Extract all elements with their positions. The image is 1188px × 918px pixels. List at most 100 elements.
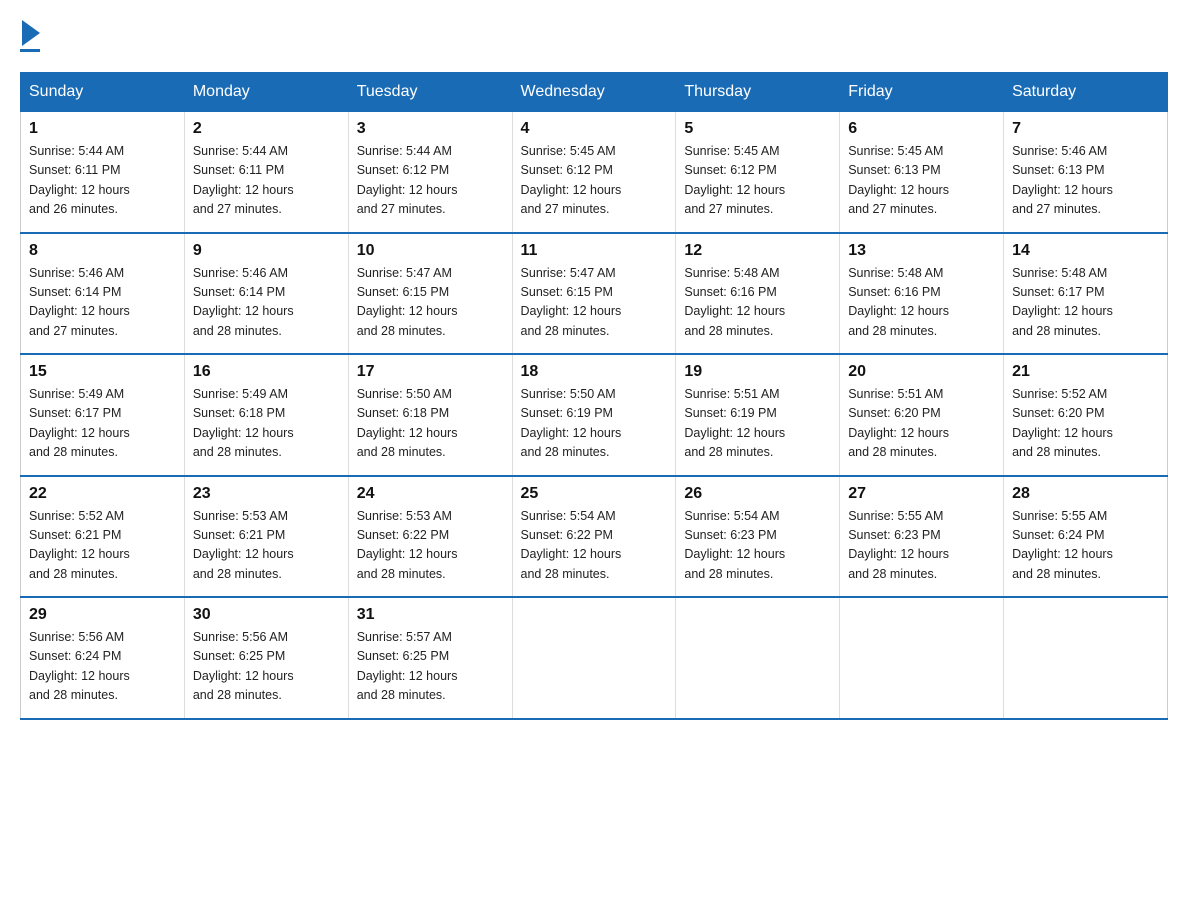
calendar-cell: 26 Sunrise: 5:54 AMSunset: 6:23 PMDaylig… <box>676 476 840 598</box>
day-number: 7 <box>1012 120 1159 138</box>
day-info: Sunrise: 5:51 AMSunset: 6:20 PMDaylight:… <box>848 387 949 459</box>
calendar-cell: 28 Sunrise: 5:55 AMSunset: 6:24 PMDaylig… <box>1004 476 1168 598</box>
day-info: Sunrise: 5:56 AMSunset: 6:24 PMDaylight:… <box>29 630 130 702</box>
day-number: 23 <box>193 485 340 503</box>
day-number: 30 <box>193 606 340 624</box>
day-number: 19 <box>684 363 831 381</box>
day-info: Sunrise: 5:45 AMSunset: 6:13 PMDaylight:… <box>848 144 949 216</box>
logo-arrow-icon <box>22 20 40 46</box>
day-info: Sunrise: 5:46 AMSunset: 6:14 PMDaylight:… <box>29 266 130 338</box>
day-number: 14 <box>1012 242 1159 260</box>
day-info: Sunrise: 5:44 AMSunset: 6:11 PMDaylight:… <box>193 144 294 216</box>
calendar-cell: 29 Sunrise: 5:56 AMSunset: 6:24 PMDaylig… <box>21 597 185 719</box>
calendar-week-row: 15 Sunrise: 5:49 AMSunset: 6:17 PMDaylig… <box>21 354 1168 476</box>
day-number: 17 <box>357 363 504 381</box>
day-info: Sunrise: 5:54 AMSunset: 6:23 PMDaylight:… <box>684 509 785 581</box>
calendar-cell <box>676 597 840 719</box>
page-header <box>20 20 1168 52</box>
day-info: Sunrise: 5:51 AMSunset: 6:19 PMDaylight:… <box>684 387 785 459</box>
column-header-monday: Monday <box>184 73 348 112</box>
calendar-cell: 12 Sunrise: 5:48 AMSunset: 6:16 PMDaylig… <box>676 233 840 355</box>
calendar-cell: 21 Sunrise: 5:52 AMSunset: 6:20 PMDaylig… <box>1004 354 1168 476</box>
day-number: 16 <box>193 363 340 381</box>
day-info: Sunrise: 5:46 AMSunset: 6:14 PMDaylight:… <box>193 266 294 338</box>
day-number: 25 <box>521 485 668 503</box>
calendar-cell <box>1004 597 1168 719</box>
day-number: 8 <box>29 242 176 260</box>
day-info: Sunrise: 5:56 AMSunset: 6:25 PMDaylight:… <box>193 630 294 702</box>
logo <box>20 20 40 52</box>
logo-underline <box>20 49 40 52</box>
day-info: Sunrise: 5:52 AMSunset: 6:20 PMDaylight:… <box>1012 387 1113 459</box>
day-info: Sunrise: 5:54 AMSunset: 6:22 PMDaylight:… <box>521 509 622 581</box>
day-info: Sunrise: 5:48 AMSunset: 6:17 PMDaylight:… <box>1012 266 1113 338</box>
calendar-cell <box>512 597 676 719</box>
day-info: Sunrise: 5:55 AMSunset: 6:23 PMDaylight:… <box>848 509 949 581</box>
calendar-cell: 8 Sunrise: 5:46 AMSunset: 6:14 PMDayligh… <box>21 233 185 355</box>
day-info: Sunrise: 5:44 AMSunset: 6:11 PMDaylight:… <box>29 144 130 216</box>
day-info: Sunrise: 5:53 AMSunset: 6:22 PMDaylight:… <box>357 509 458 581</box>
calendar-cell: 23 Sunrise: 5:53 AMSunset: 6:21 PMDaylig… <box>184 476 348 598</box>
calendar-cell: 24 Sunrise: 5:53 AMSunset: 6:22 PMDaylig… <box>348 476 512 598</box>
day-number: 21 <box>1012 363 1159 381</box>
day-info: Sunrise: 5:46 AMSunset: 6:13 PMDaylight:… <box>1012 144 1113 216</box>
day-number: 22 <box>29 485 176 503</box>
day-number: 27 <box>848 485 995 503</box>
day-number: 28 <box>1012 485 1159 503</box>
calendar-week-row: 1 Sunrise: 5:44 AMSunset: 6:11 PMDayligh… <box>21 112 1168 233</box>
day-number: 12 <box>684 242 831 260</box>
day-info: Sunrise: 5:49 AMSunset: 6:17 PMDaylight:… <box>29 387 130 459</box>
calendar-cell: 17 Sunrise: 5:50 AMSunset: 6:18 PMDaylig… <box>348 354 512 476</box>
day-number: 29 <box>29 606 176 624</box>
calendar-week-row: 22 Sunrise: 5:52 AMSunset: 6:21 PMDaylig… <box>21 476 1168 598</box>
day-info: Sunrise: 5:45 AMSunset: 6:12 PMDaylight:… <box>521 144 622 216</box>
day-number: 5 <box>684 120 831 138</box>
calendar-cell: 3 Sunrise: 5:44 AMSunset: 6:12 PMDayligh… <box>348 112 512 233</box>
day-number: 31 <box>357 606 504 624</box>
day-info: Sunrise: 5:44 AMSunset: 6:12 PMDaylight:… <box>357 144 458 216</box>
column-header-sunday: Sunday <box>21 73 185 112</box>
calendar-table: SundayMondayTuesdayWednesdayThursdayFrid… <box>20 72 1168 720</box>
day-number: 2 <box>193 120 340 138</box>
day-number: 18 <box>521 363 668 381</box>
calendar-cell: 15 Sunrise: 5:49 AMSunset: 6:17 PMDaylig… <box>21 354 185 476</box>
calendar-header-row: SundayMondayTuesdayWednesdayThursdayFrid… <box>21 73 1168 112</box>
calendar-cell: 16 Sunrise: 5:49 AMSunset: 6:18 PMDaylig… <box>184 354 348 476</box>
day-info: Sunrise: 5:53 AMSunset: 6:21 PMDaylight:… <box>193 509 294 581</box>
day-number: 4 <box>521 120 668 138</box>
column-header-wednesday: Wednesday <box>512 73 676 112</box>
day-info: Sunrise: 5:55 AMSunset: 6:24 PMDaylight:… <box>1012 509 1113 581</box>
day-info: Sunrise: 5:57 AMSunset: 6:25 PMDaylight:… <box>357 630 458 702</box>
calendar-cell: 19 Sunrise: 5:51 AMSunset: 6:19 PMDaylig… <box>676 354 840 476</box>
day-info: Sunrise: 5:47 AMSunset: 6:15 PMDaylight:… <box>357 266 458 338</box>
calendar-week-row: 29 Sunrise: 5:56 AMSunset: 6:24 PMDaylig… <box>21 597 1168 719</box>
day-number: 20 <box>848 363 995 381</box>
day-number: 13 <box>848 242 995 260</box>
day-number: 26 <box>684 485 831 503</box>
day-info: Sunrise: 5:48 AMSunset: 6:16 PMDaylight:… <box>848 266 949 338</box>
day-info: Sunrise: 5:50 AMSunset: 6:18 PMDaylight:… <box>357 387 458 459</box>
day-info: Sunrise: 5:50 AMSunset: 6:19 PMDaylight:… <box>521 387 622 459</box>
day-number: 24 <box>357 485 504 503</box>
calendar-cell: 22 Sunrise: 5:52 AMSunset: 6:21 PMDaylig… <box>21 476 185 598</box>
day-number: 11 <box>521 242 668 260</box>
calendar-cell: 20 Sunrise: 5:51 AMSunset: 6:20 PMDaylig… <box>840 354 1004 476</box>
day-number: 3 <box>357 120 504 138</box>
calendar-cell: 2 Sunrise: 5:44 AMSunset: 6:11 PMDayligh… <box>184 112 348 233</box>
day-number: 9 <box>193 242 340 260</box>
column-header-saturday: Saturday <box>1004 73 1168 112</box>
calendar-cell: 5 Sunrise: 5:45 AMSunset: 6:12 PMDayligh… <box>676 112 840 233</box>
calendar-cell: 30 Sunrise: 5:56 AMSunset: 6:25 PMDaylig… <box>184 597 348 719</box>
calendar-week-row: 8 Sunrise: 5:46 AMSunset: 6:14 PMDayligh… <box>21 233 1168 355</box>
calendar-cell: 18 Sunrise: 5:50 AMSunset: 6:19 PMDaylig… <box>512 354 676 476</box>
day-number: 15 <box>29 363 176 381</box>
day-info: Sunrise: 5:47 AMSunset: 6:15 PMDaylight:… <box>521 266 622 338</box>
day-number: 10 <box>357 242 504 260</box>
column-header-friday: Friday <box>840 73 1004 112</box>
calendar-cell: 7 Sunrise: 5:46 AMSunset: 6:13 PMDayligh… <box>1004 112 1168 233</box>
day-number: 1 <box>29 120 176 138</box>
calendar-cell: 9 Sunrise: 5:46 AMSunset: 6:14 PMDayligh… <box>184 233 348 355</box>
calendar-cell: 1 Sunrise: 5:44 AMSunset: 6:11 PMDayligh… <box>21 112 185 233</box>
calendar-cell: 27 Sunrise: 5:55 AMSunset: 6:23 PMDaylig… <box>840 476 1004 598</box>
day-info: Sunrise: 5:49 AMSunset: 6:18 PMDaylight:… <box>193 387 294 459</box>
